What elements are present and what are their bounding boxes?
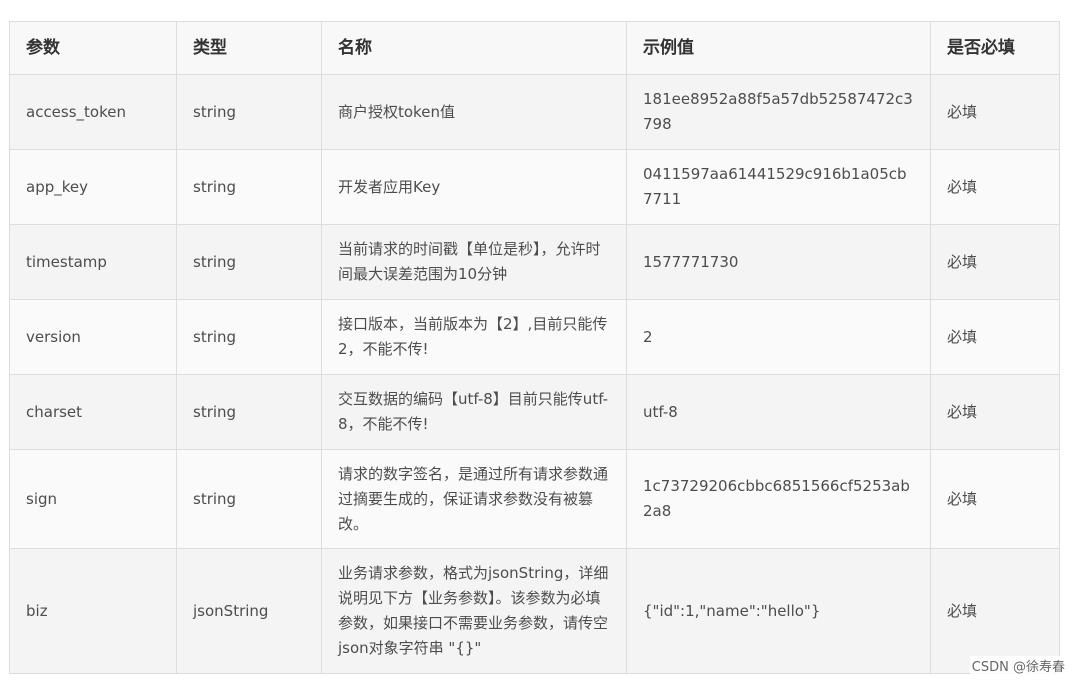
cell-type: string [176, 374, 322, 450]
header-required: 是否必填 [930, 21, 1060, 75]
cell-desc: 请求的数字签名，是通过所有请求参数通过摘要生成的，保证请求参数没有被篡改。 [321, 449, 627, 549]
cell-param: sign [9, 449, 177, 549]
cell-type: string [176, 224, 322, 300]
cell-param: version [9, 299, 177, 375]
cell-example: {"id":1,"name":"hello"} [626, 548, 931, 674]
cell-required: 必填 [930, 74, 1060, 150]
cell-type: string [176, 149, 322, 225]
table-row: charset string 交互数据的编码【utf-8】目前只能传utf-8，… [9, 374, 1060, 450]
cell-required: 必填 [930, 149, 1060, 225]
cell-param: charset [9, 374, 177, 450]
cell-type: string [176, 299, 322, 375]
table-row: version string 接口版本，当前版本为【2】,目前只能传2，不能不传… [9, 299, 1060, 375]
csdn-watermark: CSDN @徐寿春 [969, 656, 1067, 675]
header-param: 参数 [9, 21, 177, 75]
header-example: 示例值 [626, 21, 931, 75]
cell-param: timestamp [9, 224, 177, 300]
cell-desc: 商户授权token值 [321, 74, 627, 150]
table-row: biz jsonString 业务请求参数，格式为jsonString，详细说明… [9, 548, 1060, 674]
cell-example: 0411597aa61441529c916b1a05cb7711 [626, 149, 931, 225]
cell-example: 181ee8952a88f5a57db52587472c3798 [626, 74, 931, 150]
cell-example: 1c73729206cbbc6851566cf5253ab2a8 [626, 449, 931, 549]
cell-desc: 当前请求的时间戳【单位是秒】，允许时间最大误差范围为10分钟 [321, 224, 627, 300]
cell-required: 必填 [930, 299, 1060, 375]
cell-desc: 开发者应用Key [321, 149, 627, 225]
cell-type: string [176, 449, 322, 549]
cell-param: app_key [9, 149, 177, 225]
cell-required: 必填 [930, 224, 1060, 300]
header-name: 名称 [321, 21, 627, 75]
cell-desc: 接口版本，当前版本为【2】,目前只能传2，不能不传! [321, 299, 627, 375]
cell-example: 2 [626, 299, 931, 375]
params-table-container: 参数 类型 名称 示例值 是否必填 access_token string 商户… [9, 21, 1060, 674]
table-row: timestamp string 当前请求的时间戳【单位是秒】，允许时间最大误差… [9, 224, 1060, 300]
table-row: sign string 请求的数字签名，是通过所有请求参数通过摘要生成的，保证请… [9, 449, 1060, 549]
cell-example: 1577771730 [626, 224, 931, 300]
cell-required: 必填 [930, 449, 1060, 549]
table-row: access_token string 商户授权token值 181ee8952… [9, 74, 1060, 150]
header-type: 类型 [176, 21, 322, 75]
params-table: 参数 类型 名称 示例值 是否必填 access_token string 商户… [9, 21, 1060, 674]
cell-param: access_token [9, 74, 177, 150]
cell-desc: 交互数据的编码【utf-8】目前只能传utf-8，不能不传! [321, 374, 627, 450]
table-header-row: 参数 类型 名称 示例值 是否必填 [9, 21, 1060, 75]
cell-type: string [176, 74, 322, 150]
table-row: app_key string 开发者应用Key 0411597aa6144152… [9, 149, 1060, 225]
cell-desc: 业务请求参数，格式为jsonString，详细说明见下方【业务参数】。该参数为必… [321, 548, 627, 674]
cell-type: jsonString [176, 548, 322, 674]
cell-example: utf-8 [626, 374, 931, 450]
cell-required: 必填 [930, 374, 1060, 450]
cell-required: 必填 [930, 548, 1060, 674]
cell-param: biz [9, 548, 177, 674]
